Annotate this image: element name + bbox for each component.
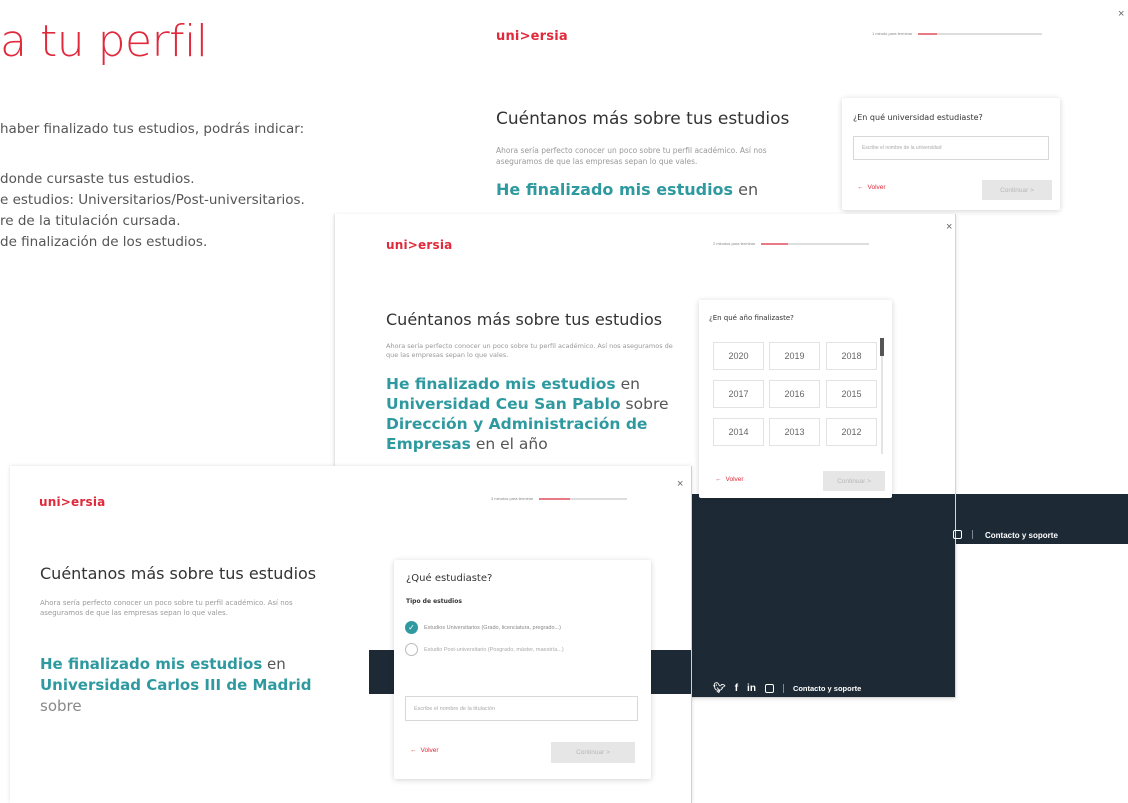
back-label: Volver xyxy=(725,476,744,483)
arrow-left-icon: ← xyxy=(715,476,722,483)
university-question-card: ¿En qué universidad estudiaste? Escribe … xyxy=(842,98,1060,210)
studies-summary: He finalizado mis estudios en xyxy=(496,180,758,201)
arrow-left-icon: ← xyxy=(410,747,417,754)
bullet-list: donde cursaste tus estudios. e estudios:… xyxy=(0,169,305,253)
question-label: ¿En qué universidad estudiaste? xyxy=(853,113,983,122)
universia-logo: uni>ersia xyxy=(496,29,568,44)
back-label: Volver xyxy=(420,747,439,754)
progress-track xyxy=(539,497,628,500)
list-item: donde cursaste tus estudios. xyxy=(0,171,195,187)
option-label: Estudios Universitarios (Grado, licencia… xyxy=(424,624,561,631)
step-heading: Cuéntanos más sobre tus estudios xyxy=(496,109,790,129)
universia-logo: uni>ersia xyxy=(386,238,453,252)
year-option[interactable]: 2018 xyxy=(826,342,877,370)
footer-divider xyxy=(972,530,973,539)
social-icons-row: 🐦︎ f in Contacto y soporte xyxy=(713,683,861,694)
year-option[interactable]: 2019 xyxy=(769,342,820,370)
study-type-window: × uni>ersia 3 minutos para terminar Cuén… xyxy=(10,466,692,803)
close-icon[interactable]: × xyxy=(946,221,952,233)
contact-support-link[interactable]: Contacto y soporte xyxy=(985,531,1058,540)
question-label: ¿Qué estudiaste? xyxy=(406,573,493,584)
instagram-icon[interactable] xyxy=(764,684,774,693)
study-question-card: ¿Qué estudiaste? Tipo de estudios ✓ Estu… xyxy=(394,560,651,779)
summary-text: en xyxy=(615,375,640,393)
step-heading: Cuéntanos más sobre tus estudios xyxy=(40,564,317,583)
year-option[interactable]: 2020 xyxy=(713,342,764,370)
back-button[interactable]: ← Volver xyxy=(715,476,744,483)
year-option[interactable]: 2013 xyxy=(769,418,820,446)
progress-fill xyxy=(761,242,789,245)
summary-text: sobre xyxy=(40,697,82,715)
facebook-icon[interactable]: f xyxy=(735,683,738,694)
summary-text: en xyxy=(733,180,759,199)
year-question-card: ¿En qué año finalizaste? 2020 2019 2018 … xyxy=(699,300,892,498)
year-option[interactable]: 2012 xyxy=(826,418,877,446)
summary-highlight: He finalizado mis estudios xyxy=(386,375,616,393)
progress-indicator: 3 minutos para terminar xyxy=(491,496,628,501)
radio-empty-icon xyxy=(405,643,418,656)
continue-button[interactable]: Continuar > xyxy=(823,471,885,491)
progress-track xyxy=(761,242,870,245)
check-circle-icon: ✓ xyxy=(405,621,418,634)
radio-option[interactable]: Estudio Post-universitario (Posgrado, má… xyxy=(405,643,564,656)
step-description: Ahora sería perfecto conocer un poco sob… xyxy=(496,146,767,166)
university-step-window: × uni>ersia 1 minuto para terminar Cuént… xyxy=(420,0,1128,222)
universia-logo: uni>ersia xyxy=(39,495,106,509)
list-item: e estudios: Universitarios/Post-universi… xyxy=(0,192,305,208)
page-title: a tu perfil xyxy=(0,16,208,67)
option-label: Estudio Post-universitario (Posgrado, má… xyxy=(424,646,564,653)
list-item: re de la titulación cursada. xyxy=(0,213,181,229)
contact-support-link[interactable]: Contacto y soporte xyxy=(793,684,861,693)
degree-input[interactable]: Escribe el nombre de la titulación xyxy=(405,696,638,721)
summary-university: Universidad Carlos III de Madrid xyxy=(40,676,312,694)
back-label: Volver xyxy=(867,184,886,191)
scrollbar-track[interactable] xyxy=(880,338,884,454)
scrollbar-thumb[interactable] xyxy=(880,338,884,356)
close-icon[interactable]: × xyxy=(1118,8,1124,20)
radio-option[interactable]: ✓ Estudios Universitarios (Grado, licenc… xyxy=(405,621,561,634)
studies-summary: He finalizado mis estudios en Universida… xyxy=(386,374,686,455)
progress-indicator: 1 minuto para terminar xyxy=(872,31,1043,36)
footer-divider xyxy=(782,684,784,693)
summary-text: en el año xyxy=(470,435,548,454)
linkedin-icon[interactable]: in xyxy=(747,683,756,694)
university-input[interactable]: Escribe el nombre de la universidad xyxy=(853,136,1049,160)
continue-button[interactable]: Continuar > xyxy=(982,180,1052,200)
summary-highlight: He finalizado mis estudios xyxy=(496,180,734,199)
progress-fill xyxy=(539,497,571,500)
year-option[interactable]: 2016 xyxy=(769,380,820,408)
year-option[interactable]: 2015 xyxy=(826,380,877,408)
summary-university: Universidad Ceu San Pablo xyxy=(386,395,621,414)
progress-fill xyxy=(918,32,937,35)
progress-text: 1 minuto para terminar xyxy=(872,31,913,36)
progress-text: 2 minutos para terminar xyxy=(713,241,756,246)
close-icon[interactable]: × xyxy=(677,478,683,490)
step-description: Ahora sería perfecto conocer un poco sob… xyxy=(40,599,293,617)
progress-track xyxy=(918,32,1043,35)
intro-text: haber finalizado tus estudios, podrás in… xyxy=(0,121,305,137)
studies-summary: He finalizado mis estudios en Universida… xyxy=(40,654,340,717)
summary-text: sobre xyxy=(620,395,669,414)
question-label: ¿En qué año finalizaste? xyxy=(709,314,794,322)
summary-highlight: He finalizado mis estudios xyxy=(40,655,263,673)
continue-button[interactable]: Continuar > xyxy=(551,742,635,763)
progress-indicator: 2 minutos para terminar xyxy=(713,241,870,246)
instagram-icon[interactable] xyxy=(953,530,962,539)
twitter-icon[interactable]: 🐦︎ xyxy=(713,683,726,694)
step-description: Ahora sería perfecto conocer un poco sob… xyxy=(386,342,673,360)
summary-text: en xyxy=(262,655,286,673)
back-button[interactable]: ← Volver xyxy=(410,747,439,754)
year-option[interactable]: 2014 xyxy=(713,418,764,446)
study-type-subtitle: Tipo de estudios xyxy=(406,598,462,605)
list-item: de finalización de los estudios. xyxy=(0,234,208,250)
input-placeholder: Escribe el nombre de la titulación xyxy=(414,705,496,712)
step-heading: Cuéntanos más sobre tus estudios xyxy=(386,310,663,329)
arrow-left-icon: ← xyxy=(857,184,864,191)
back-button[interactable]: ← Volver xyxy=(857,184,886,191)
year-option[interactable]: 2017 xyxy=(713,380,764,408)
input-placeholder: Escribe el nombre de la universidad xyxy=(862,145,942,151)
progress-text: 3 minutos para terminar xyxy=(491,496,534,501)
